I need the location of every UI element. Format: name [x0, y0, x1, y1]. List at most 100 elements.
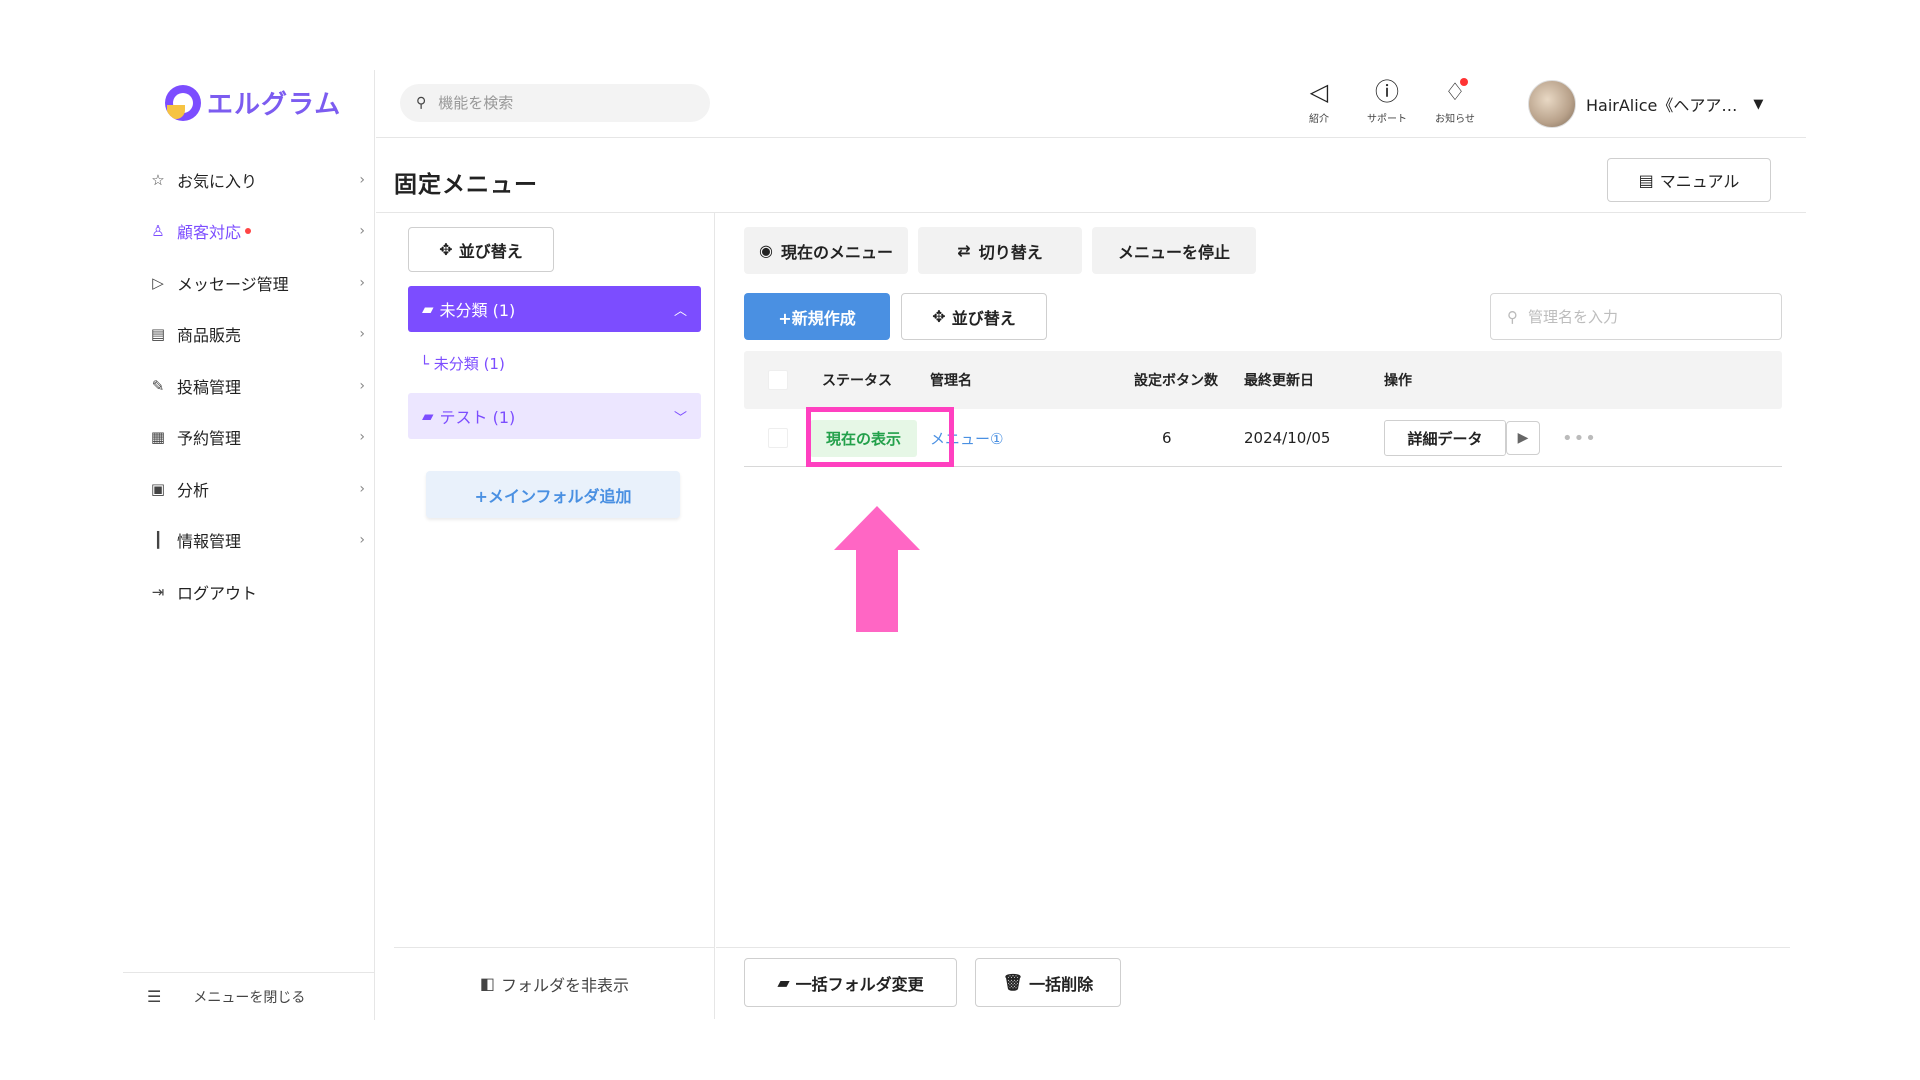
- notification-dot: [1460, 78, 1468, 86]
- bulk-delete-label: 一括削除: [1029, 974, 1094, 994]
- sidebar-nav: ☆ お気に入り › ♙ 顧客対応 › ▷ メッセージ管理 › ▤ 商品販売 › …: [123, 154, 375, 618]
- play-icon: ▶: [1517, 430, 1529, 446]
- folder-test[interactable]: ▰ テスト (1) ﹀: [408, 393, 701, 439]
- chevron-down-icon: ﹀: [673, 410, 687, 426]
- swap-icon: ⇄: [957, 241, 971, 260]
- folder-open-icon: ▰: [422, 300, 434, 318]
- bulk-delete-button[interactable]: 🗑 一括削除: [975, 958, 1121, 1007]
- sidebar-item-label: 予約管理: [177, 429, 242, 449]
- chevron-right-icon: ›: [359, 274, 365, 291]
- status-highlight-box: [806, 407, 954, 467]
- column-status: ステータス: [822, 373, 892, 389]
- star-icon: ☆: [151, 170, 165, 189]
- sidebar-item-logout[interactable]: ⇥ ログアウト: [123, 566, 375, 618]
- sidebar-item-reservations[interactable]: ▦ 予約管理 ›: [123, 412, 375, 464]
- sidebar-item-messages[interactable]: ▷ メッセージ管理 ›: [123, 257, 375, 309]
- tab-label: 切り替え: [978, 242, 1043, 262]
- chevron-right-icon: ›: [359, 326, 365, 343]
- folder-label: テスト (1): [439, 408, 516, 427]
- tab-row: ◉ 現在のメニュー ⇄ 切り替え メニューを停止: [744, 227, 1256, 274]
- add-main-folder-button[interactable]: +メインフォルダ追加: [426, 471, 680, 518]
- tab-label: メニューを停止: [1117, 242, 1230, 262]
- manual-label: マニュアル: [1659, 172, 1740, 191]
- page-title: 固定メニュー: [394, 172, 538, 198]
- store-icon: ▤: [150, 325, 166, 344]
- search-icon: ⚲: [1507, 307, 1518, 326]
- folder-icon: ▰: [777, 973, 790, 992]
- logo[interactable]: エルグラム: [165, 84, 341, 121]
- report-icon: ▣: [150, 479, 166, 498]
- edit-icon: ✎: [151, 376, 165, 395]
- hide-folders-button[interactable]: ◧ フォルダを非表示: [394, 947, 715, 1019]
- sidebar-item-sales[interactable]: ▤ 商品販売 ›: [123, 309, 375, 361]
- name-filter-input[interactable]: [1528, 307, 1758, 326]
- sidebar-item-customer[interactable]: ♙ 顧客対応 ›: [123, 206, 375, 258]
- chevron-right-icon: ›: [359, 171, 365, 188]
- sidebar-item-label: メッセージ管理: [177, 274, 289, 294]
- menu-sort-button[interactable]: ✥ 並び替え: [901, 293, 1047, 340]
- chevron-right-icon: ›: [359, 480, 365, 497]
- sidebar-item-label: 商品販売: [177, 326, 242, 346]
- preview-button[interactable]: ▶: [1506, 421, 1540, 455]
- bar-chart-icon: ┃: [153, 531, 163, 550]
- logo-text: エルグラム: [207, 90, 342, 120]
- manual-button[interactable]: ▤ マニュアル: [1607, 158, 1771, 202]
- subfolder-uncategorized[interactable]: └ 未分類 (1): [420, 353, 505, 374]
- support-label: サポート: [1367, 114, 1407, 125]
- sidebar-item-favorites[interactable]: ☆ お気に入り ›: [123, 154, 375, 206]
- folder-sort-label: 並び替え: [458, 241, 523, 261]
- top-header: ⚲ ◁ 紹介 ⓘ サポート ♢ お知らせ HairAlice《ヘアア… ▼: [376, 70, 1806, 138]
- folder-uncategorized[interactable]: ▰ 未分類 (1) ︿: [408, 286, 701, 332]
- sidebar-item-label: 顧客対応: [177, 223, 242, 243]
- pink-up-arrow-icon: [834, 506, 920, 632]
- sidebar-item-analysis[interactable]: ▣ 分析 ›: [123, 463, 375, 515]
- close-menu-button[interactable]: ☰ メニューを閉じる: [123, 972, 375, 1020]
- folder-label: 未分類 (1): [439, 301, 516, 320]
- notifications-button[interactable]: ♢ お知らせ: [1430, 76, 1480, 125]
- sidebar-item-posts[interactable]: ✎ 投稿管理 ›: [123, 360, 375, 412]
- menu-collapse-icon: ☰: [147, 987, 162, 1006]
- sidebar-item-label: 情報管理: [177, 532, 242, 552]
- updated-date: 2024/10/05: [1244, 429, 1331, 447]
- chevron-right-icon: ›: [359, 223, 365, 240]
- support-button[interactable]: ⓘ サポート: [1362, 76, 1412, 125]
- user-menu[interactable]: HairAlice《ヘアア… ▼: [1528, 80, 1763, 128]
- table-header: ステータス 管理名 設定ボタン数 最終更新日 操作: [744, 351, 1782, 409]
- chevron-right-icon: ›: [359, 429, 365, 446]
- intro-button[interactable]: ◁ 紹介: [1294, 76, 1344, 125]
- search-input[interactable]: [438, 94, 679, 112]
- bell-icon: ♢: [1444, 78, 1466, 106]
- detail-data-button[interactable]: 詳細データ: [1384, 420, 1506, 456]
- help-icon: ⓘ: [1375, 78, 1399, 106]
- bulk-folder-change-button[interactable]: ▰ 一括フォルダ変更: [744, 958, 957, 1007]
- tab-switch[interactable]: ⇄ 切り替え: [918, 227, 1082, 274]
- more-options-icon[interactable]: •••: [1562, 428, 1597, 449]
- column-actions: 操作: [1384, 373, 1412, 389]
- sidebar-item-label: ログアウト: [177, 583, 258, 603]
- column-name: 管理名: [930, 373, 972, 389]
- collapse-left-icon: ◧: [479, 974, 496, 993]
- tab-stop-menu[interactable]: メニューを停止: [1092, 227, 1256, 274]
- book-icon: ▤: [1638, 170, 1654, 190]
- name-filter[interactable]: ⚲: [1490, 293, 1782, 340]
- person-icon: ♙: [151, 222, 165, 241]
- column-updated: 最終更新日: [1244, 373, 1314, 389]
- hide-folders-label: フォルダを非表示: [501, 975, 630, 995]
- folder-icon: ▰: [422, 407, 434, 425]
- tab-label: 現在のメニュー: [780, 242, 893, 262]
- chevron-up-icon: ︿: [673, 303, 687, 319]
- feature-search[interactable]: ⚲: [400, 84, 710, 122]
- column-buttons: 設定ボタン数: [1134, 373, 1218, 389]
- move-icon: ✥: [439, 240, 453, 259]
- move-icon: ✥: [932, 307, 946, 326]
- folder-panel: ✥ 並び替え ▰ 未分類 (1) ︿ └ 未分類 (1) ▰ テスト (1) ﹀…: [394, 213, 715, 1019]
- new-create-button[interactable]: +新規作成: [744, 293, 890, 340]
- avatar: [1528, 80, 1576, 128]
- logout-icon: ⇥: [151, 582, 165, 601]
- row-checkbox[interactable]: [768, 428, 788, 448]
- tab-current-menu[interactable]: ◉ 現在のメニュー: [744, 227, 908, 274]
- bulk-folder-label: 一括フォルダ変更: [795, 974, 924, 994]
- select-all-checkbox[interactable]: [768, 370, 788, 390]
- sidebar-item-info[interactable]: ┃ 情報管理 ›: [123, 515, 375, 567]
- folder-sort-button[interactable]: ✥ 並び替え: [408, 227, 554, 272]
